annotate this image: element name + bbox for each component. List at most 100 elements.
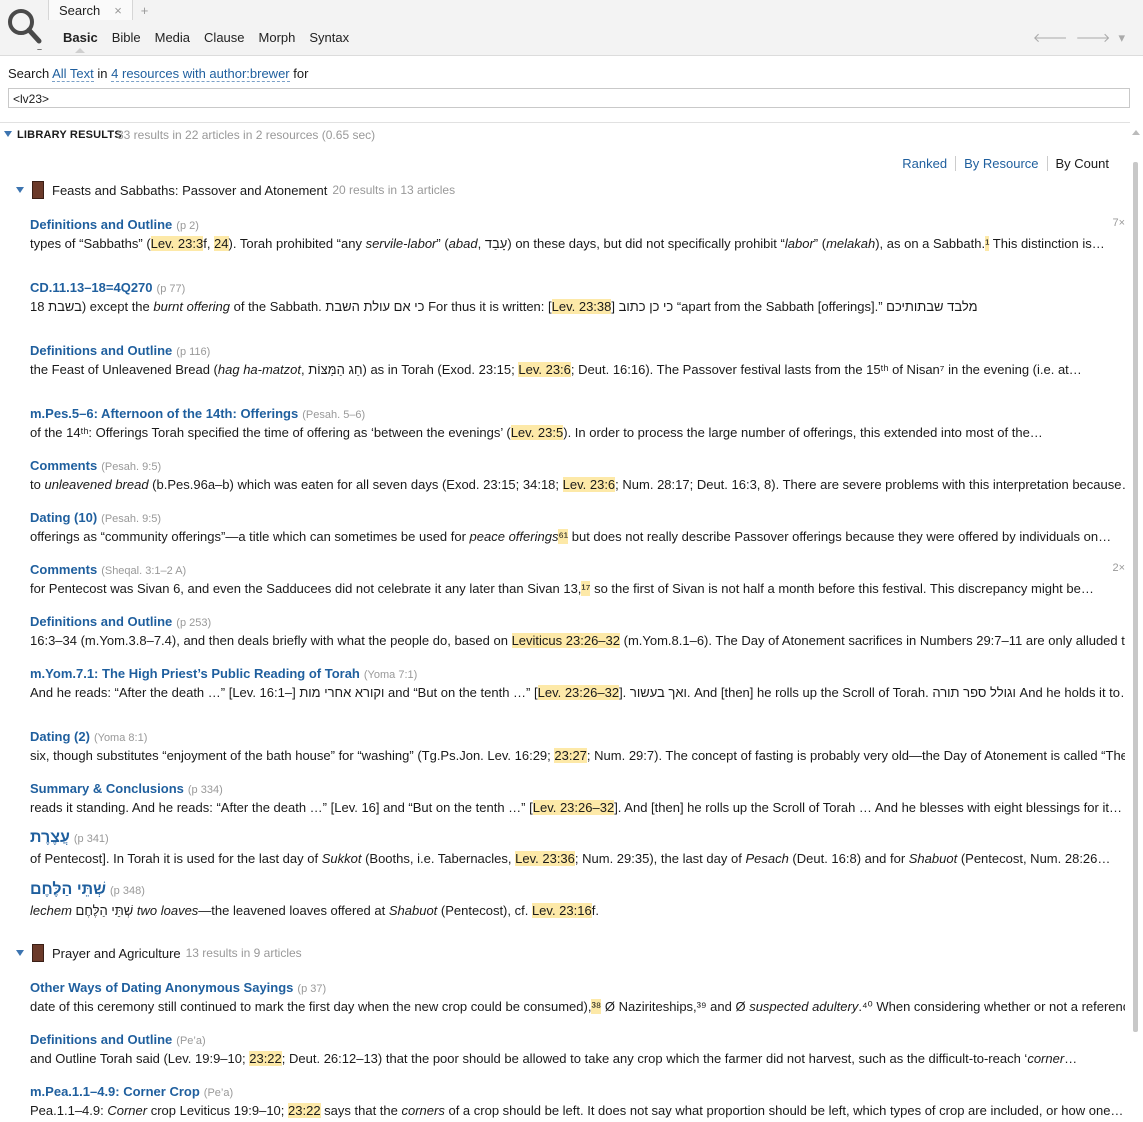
result-title-text[interactable]: עֲצֶרֶת: [30, 829, 70, 846]
result-title-text[interactable]: Definitions and Outline: [30, 343, 172, 358]
snippet-text: of the Sabbath. כי אם עולת השבת For thus…: [230, 299, 552, 314]
snippet-text: says that the: [320, 1103, 402, 1118]
library-results-label: LIBRARY RESULTS: [17, 129, 122, 141]
nav-syntax[interactable]: Syntax: [309, 30, 349, 45]
result-title-text[interactable]: Summary & Conclusions: [30, 781, 184, 796]
resource-group-prayer[interactable]: Prayer and Agriculture 13 results in 9 a…: [16, 942, 302, 964]
result-location: (p 341): [73, 833, 109, 845]
result-title-text[interactable]: Dating (10): [30, 510, 97, 525]
result-title[interactable]: CD.11.13–18=4Q270 (p 77): [30, 280, 1125, 295]
resource-group-feasts[interactable]: Feasts and Sabbaths: Passover and Atonem…: [16, 179, 455, 201]
nav-clause[interactable]: Clause: [204, 30, 244, 45]
sort-by-resource[interactable]: By Resource: [955, 156, 1046, 171]
result-item[interactable]: m.Pes.5–6: Afternoon of the 14th: Offeri…: [30, 406, 1125, 440]
back-arrow-icon[interactable]: 🡐: [1033, 30, 1068, 46]
nav-media[interactable]: Media: [155, 30, 190, 45]
nav-bible[interactable]: Bible: [112, 30, 141, 45]
result-item[interactable]: m.Pea.1.1–4.9: Corner Crop (Pe’a) Pea.1.1–…: [30, 1084, 1125, 1118]
result-title[interactable]: Definitions and Outline (p 116): [30, 343, 1125, 358]
nav-basic[interactable]: Basic: [63, 30, 98, 53]
snippet-text: (Booths, i.e. Tabernacles,: [361, 851, 516, 866]
result-title[interactable]: Comments (Sheqal. 3:1–2 A): [30, 562, 1125, 577]
snippet-italic: unleavened bread: [44, 477, 149, 492]
tab-search[interactable]: Search ×: [48, 0, 133, 20]
collapse-triangle-icon[interactable]: [16, 187, 24, 193]
result-title[interactable]: Comments (Pesah. 9:5): [30, 458, 1125, 473]
scope-dropdown[interactable]: All Text: [52, 66, 94, 82]
result-item[interactable]: Definitions and Outline (p 116) the Feast …: [30, 343, 1125, 377]
result-title-text[interactable]: m.Yom.7.1: The High Priest’s Public Read…: [30, 666, 360, 681]
resource-title[interactable]: Feasts and Sabbaths: Passover and Atonem…: [52, 183, 327, 198]
close-icon[interactable]: ×: [114, 3, 122, 18]
sort-by-count[interactable]: By Count: [1046, 156, 1117, 171]
result-title[interactable]: Dating (2) (Yoma 8:1): [30, 729, 1125, 744]
scroll-up-icon[interactable]: [1132, 130, 1140, 135]
collapse-triangle-icon[interactable]: [4, 131, 12, 137]
snippet-text: ). Torah prohibited “any: [228, 236, 366, 251]
result-item[interactable]: Definitions and Outline (Pe’a) and Outline…: [30, 1032, 1125, 1066]
snippet-text: Ø Naziriteships,³⁹ and Ø: [601, 999, 750, 1014]
result-location: (p 2): [176, 220, 199, 232]
resources-dropdown[interactable]: 4 resources with author:brewer: [111, 66, 290, 82]
result-location: (Pe’a): [176, 1035, 206, 1047]
result-title[interactable]: עֲצֶרֶת (p 341): [30, 829, 1125, 847]
result-title[interactable]: שְׁתֵּי הַלֶּחֶם (p 348): [30, 881, 1125, 899]
scrollbar-thumb[interactable]: [1133, 162, 1138, 1032]
snippet-italic: corners: [401, 1103, 445, 1118]
snippet-italic: corner: [1027, 1051, 1065, 1066]
snippet-text: ). In order to process the large number …: [563, 425, 1043, 440]
result-title[interactable]: Other Ways of Dating Anonymous Sayings (p…: [30, 980, 1125, 995]
snippet-text: ” (: [813, 236, 827, 251]
result-title-text[interactable]: Definitions and Outline: [30, 217, 172, 232]
add-tab-button[interactable]: +: [141, 3, 149, 20]
snippet-text: ; Deut. 16:16). The Passover festival la…: [570, 362, 1082, 377]
nav-morph[interactable]: Morph: [259, 30, 296, 45]
result-item[interactable]: עֲצֶרֶת (p 341) of Pentecost]. In Torah it…: [30, 829, 1125, 866]
resource-title[interactable]: Prayer and Agriculture: [52, 946, 181, 961]
result-location: (p 334): [187, 784, 223, 796]
result-title-text[interactable]: Comments: [30, 562, 97, 577]
result-item[interactable]: Comments (Sheqal. 3:1–2 A) 2× for Pentecost…: [30, 562, 1125, 596]
dropdown-menu-icon[interactable]: ▾: [1118, 30, 1125, 46]
result-title-text[interactable]: CD.11.13–18=4Q270: [30, 280, 153, 295]
result-title[interactable]: m.Pea.1.1–4.9: Corner Crop (Pe’a): [30, 1084, 1125, 1099]
result-title-text[interactable]: Comments: [30, 458, 97, 473]
result-item[interactable]: Dating (2) (Yoma 8:1) six, though substitu…: [30, 729, 1125, 763]
result-snippet: types of “Sabbaths” (Lev. 23:3f, 24). To…: [30, 236, 1125, 251]
result-title-text[interactable]: Other Ways of Dating Anonymous Sayings: [30, 980, 293, 995]
scrollbar[interactable]: [1132, 130, 1140, 1120]
collapse-triangle-icon[interactable]: [16, 950, 24, 956]
forward-arrow-icon[interactable]: 🡒: [1076, 30, 1111, 46]
snippet-text: reads it standing. And he reads: “After …: [30, 800, 533, 815]
result-item[interactable]: Dating (10) (Pesah. 9:5) offerings as “com…: [30, 510, 1125, 544]
result-title[interactable]: Definitions and Outline (Pe’a): [30, 1032, 1125, 1047]
result-item[interactable]: Comments (Pesah. 9:5) to unleavened bread …: [30, 458, 1125, 492]
snippet-text: .⁴⁰ When considering whether or not a re…: [858, 999, 1125, 1014]
result-title-text[interactable]: שְׁתֵּי הַלֶּחֶם: [30, 881, 106, 898]
result-title-text[interactable]: Dating (2): [30, 729, 90, 744]
result-title-text[interactable]: Definitions and Outline: [30, 614, 172, 629]
snippet-text: for Pentecost was Sivan 6, and even the …: [30, 581, 582, 596]
search-input[interactable]: <lv23>: [8, 88, 1130, 108]
result-title-text[interactable]: m.Pea.1.1–4.9: Corner Crop: [30, 1084, 200, 1099]
hit-highlight: Lev. 23:38: [551, 299, 612, 314]
result-title[interactable]: Definitions and Outline (p 253): [30, 614, 1125, 629]
result-item[interactable]: Summary & Conclusions (p 334) reads it sta…: [30, 781, 1125, 815]
result-item[interactable]: שְׁתֵּי הַלֶּחֶם (p 348) lechem שְׁתֵּי הַ…: [30, 881, 1125, 918]
result-title[interactable]: m.Yom.7.1: The High Priest’s Public Read…: [30, 666, 1125, 681]
result-title[interactable]: Summary & Conclusions (p 334): [30, 781, 1125, 796]
hit-highlight: Lev. 23:6: [562, 477, 616, 492]
result-item[interactable]: Other Ways of Dating Anonymous Sayings (p…: [30, 980, 1125, 1015]
result-title[interactable]: m.Pes.5–6: Afternoon of the 14th: Offeri…: [30, 406, 1125, 421]
search-type-nav: Basic Bible Media Clause Morph Syntax: [63, 30, 349, 53]
result-title[interactable]: Dating (10) (Pesah. 9:5): [30, 510, 1125, 525]
sort-ranked[interactable]: Ranked: [894, 156, 955, 171]
result-item[interactable]: Definitions and Outline (p 2) 7× types of “…: [30, 217, 1125, 251]
result-item[interactable]: CD.11.13–18=4Q270 (p 77) בשבת 18) except t…: [30, 280, 1125, 314]
result-item[interactable]: Definitions and Outline (p 253) 16:3–34 (m…: [30, 614, 1125, 648]
result-item[interactable]: m.Yom.7.1: The High Priest’s Public Read…: [30, 666, 1125, 700]
result-title[interactable]: Definitions and Outline (p 2): [30, 217, 1125, 232]
result-title-text[interactable]: m.Pes.5–6: Afternoon of the 14th: Offeri…: [30, 406, 298, 421]
result-title-text[interactable]: Definitions and Outline: [30, 1032, 172, 1047]
search-icon[interactable]: [4, 4, 44, 50]
